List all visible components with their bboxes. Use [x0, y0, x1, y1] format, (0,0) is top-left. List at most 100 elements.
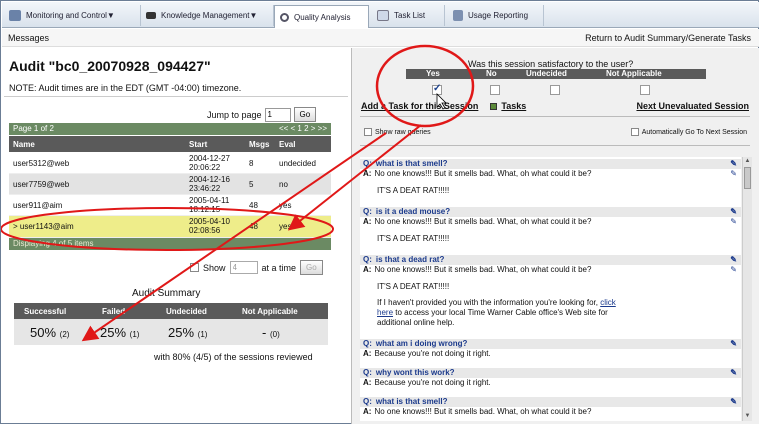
- subheader: Messages Return to Audit Summary/Generat…: [2, 29, 759, 47]
- auto-go-next[interactable]: Automatically Go To Next Session: [630, 128, 747, 136]
- tab-quality-analysis[interactable]: Quality Analysis: [274, 5, 369, 28]
- auto-go-label: Automatically Go To Next Session: [641, 128, 747, 136]
- divider: [4, 96, 348, 97]
- col-eval: Eval: [279, 140, 296, 149]
- graduation-cap-icon: [146, 12, 156, 19]
- show-raw-label: Show raw queries: [375, 128, 431, 136]
- click-here-link[interactable]: click: [600, 298, 616, 307]
- tab-usage-reporting[interactable]: Usage Reporting: [448, 5, 544, 26]
- tasks-link[interactable]: Tasks: [501, 101, 526, 111]
- qa-pair: Q: why wont this work? ✎ A: Because you're …: [360, 368, 741, 388]
- row-eval: yes: [279, 201, 292, 210]
- row-start-time: 23:46:22: [189, 184, 221, 193]
- question-line: Q: what is that smell? ✎: [360, 397, 741, 407]
- edit-pencil-icon[interactable]: ✎: [730, 339, 737, 348]
- option-yes-checkbox[interactable]: [432, 83, 442, 95]
- edit-pencil-icon[interactable]: ✎: [730, 169, 737, 179]
- table-row-selected[interactable]: > user1143@aim 2005-04-10 02:08:56 48 ye…: [9, 216, 331, 238]
- col-successful: Successful: [24, 307, 67, 316]
- option-undecided-label: Undecided: [526, 69, 567, 78]
- row-start-date: 2004-12-16: [189, 175, 230, 184]
- jump-to-page: Jump to page Go: [207, 107, 317, 122]
- table-row[interactable]: user911@aim 2005-04-11 18:12:15 48 yes: [9, 195, 331, 216]
- page-size-input[interactable]: [229, 261, 258, 274]
- qa-pair: Q: is it a dead mouse? ✎ A: No one knows!!!…: [360, 207, 741, 244]
- edit-pencil-icon[interactable]: ✎: [730, 217, 737, 227]
- show-label: Show: [203, 262, 226, 273]
- qa-pair: Q: what is that smell? ✎ A: No one knows!!!…: [360, 159, 741, 196]
- tab-knowledge-management[interactable]: Knowledge Management▼: [141, 5, 274, 26]
- qa-pair: Q: what am i doing wrong? ✎ A: Because you'…: [360, 339, 741, 359]
- qa-pair: Q: is that a dead rat? ✎ A: No one knows!!!…: [360, 255, 741, 328]
- tab-monitoring-and-control[interactable]: Monitoring and Control▼: [4, 5, 141, 26]
- show-checkbox[interactable]: [190, 263, 199, 272]
- edit-pencil-icon[interactable]: ✎: [730, 207, 737, 216]
- next-unevaluated-session-link[interactable]: Next Unevaluated Session: [636, 101, 749, 111]
- answer-line: A: Because you're not doing it right.: [363, 349, 491, 358]
- row-eval: undecided: [279, 159, 316, 168]
- tab-task-list[interactable]: Task List: [372, 5, 445, 26]
- auto-go-checkbox[interactable]: [630, 128, 639, 136]
- row-msgs: 5: [249, 180, 254, 189]
- top-nav: Monitoring and Control▼ Knowledge Manage…: [2, 2, 759, 28]
- scroll-up-icon[interactable]: ▲: [744, 158, 751, 165]
- option-not-applicable-label: Not Applicable: [606, 69, 662, 78]
- table-row[interactable]: user5312@web 2004-12-27 20:06:22 8 undec…: [9, 153, 331, 174]
- col-start: Start: [189, 140, 208, 149]
- app-window: Monitoring and Control▼ Knowledge Manage…: [0, 0, 759, 424]
- click-here-link[interactable]: here: [377, 308, 393, 317]
- left-panel: Audit "bc0_20070928_094427" NOTE: Audit …: [2, 48, 350, 424]
- audit-summary-values: 50% (2) 25% (1) 25% (1) - (0): [14, 319, 328, 345]
- table-row[interactable]: user7759@web 2004-12-16 23:46:22 5 no: [9, 174, 331, 195]
- show-raw-queries[interactable]: Show raw queries: [364, 128, 431, 136]
- jump-go-button[interactable]: Go: [293, 107, 317, 122]
- option-not-applicable-checkbox[interactable]: [640, 85, 650, 95]
- jump-page-input[interactable]: [264, 107, 291, 122]
- answer-detail: IT'S A DEAT RAT!!!!!: [377, 234, 450, 243]
- scroll-down-icon[interactable]: ▼: [744, 413, 751, 420]
- edit-pencil-icon[interactable]: ✎: [730, 368, 737, 377]
- row-msgs: 8: [249, 159, 254, 168]
- pager-bar: Page 1 of 2 << < 1 2 > >>: [9, 123, 331, 135]
- row-start-time: 18:12:15: [189, 205, 221, 214]
- monitor-icon: [9, 10, 21, 21]
- row-start-date: 2005-04-11: [189, 196, 230, 205]
- scroll-thumb[interactable]: [744, 167, 751, 189]
- row-start-date: 2004-12-27: [189, 154, 230, 163]
- row-eval: no: [279, 180, 288, 189]
- show-raw-checkbox[interactable]: [364, 128, 372, 136]
- edit-pencil-icon[interactable]: ✎: [730, 255, 737, 264]
- satisfaction-question: Was this session satisfactory to the use…: [468, 59, 634, 69]
- option-no-checkbox[interactable]: [490, 85, 500, 95]
- undecided-value: 25% (1): [168, 325, 208, 340]
- messages-label: Messages: [8, 33, 50, 43]
- audit-summary-title: Audit Summary: [132, 288, 201, 299]
- row-start-time: 02:08:56: [189, 226, 221, 235]
- audit-title: Audit "bc0_20070928_094427": [9, 58, 211, 74]
- row-eval: yes: [279, 222, 292, 231]
- col-undecided: Undecided: [166, 307, 207, 316]
- jump-label: Jump to page: [207, 109, 262, 120]
- row-start-time: 20:06:22: [189, 163, 221, 172]
- answer-line: A: Because you're not doing it right.: [363, 378, 491, 387]
- table-footer: Displaying 4 of 5 items: [9, 238, 331, 250]
- row-name: user7759@web: [13, 180, 70, 189]
- tasks-icon: [490, 102, 498, 110]
- tab-label: Knowledge Management▼: [161, 11, 258, 20]
- timezone-note: NOTE: Audit times are in the EDT (GMT -0…: [9, 83, 242, 93]
- at-a-time-label: at a time: [261, 262, 297, 273]
- page-size-go-button[interactable]: Go: [300, 260, 323, 275]
- return-to-audit-summary-link[interactable]: Return to Audit Summary/Generate Tasks: [585, 33, 751, 43]
- add-task-link[interactable]: Add a Task for this Session Tasks: [361, 101, 526, 111]
- option-undecided-checkbox[interactable]: [550, 85, 560, 95]
- transcript-scrollbar[interactable]: ▲ ▼: [742, 157, 752, 421]
- edit-pencil-icon[interactable]: ✎: [730, 397, 737, 406]
- tab-label: Usage Reporting: [468, 11, 529, 20]
- edit-pencil-icon[interactable]: ✎: [730, 265, 737, 275]
- page-size-control: Show at a time Go: [190, 260, 323, 275]
- not-applicable-value: - (0): [262, 325, 280, 340]
- report-icon: [453, 10, 463, 21]
- col-not-applicable: Not Applicable: [242, 307, 298, 316]
- pager-links[interactable]: << < 1 2 > >>: [279, 124, 327, 133]
- edit-pencil-icon[interactable]: ✎: [730, 159, 737, 168]
